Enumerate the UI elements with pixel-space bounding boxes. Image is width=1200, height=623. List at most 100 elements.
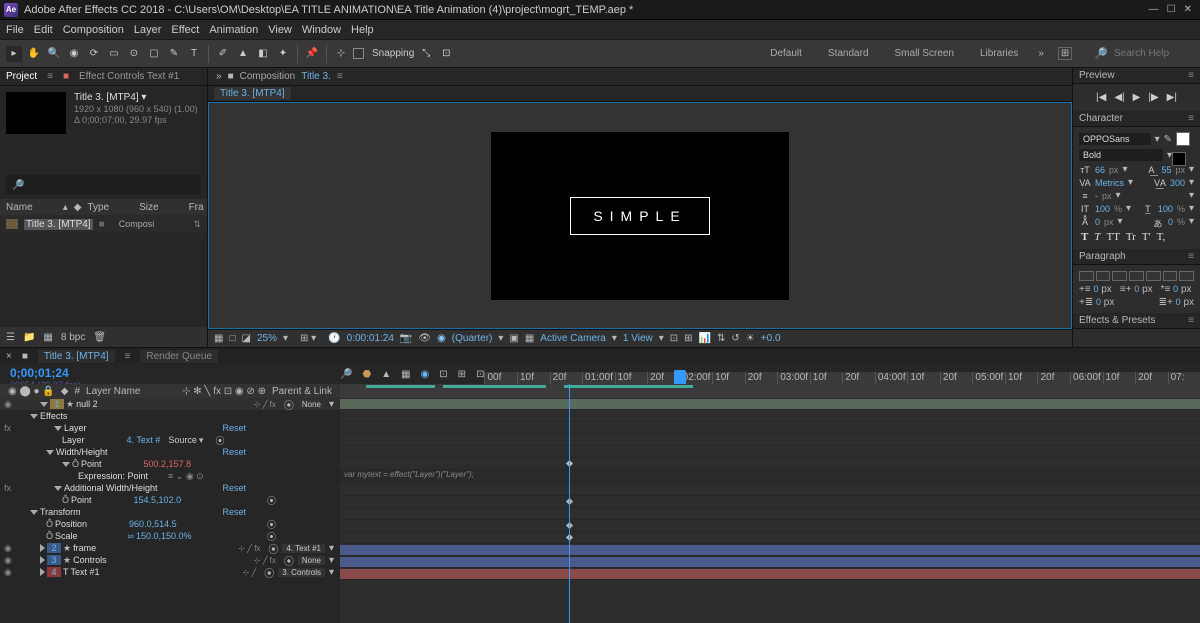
interpret-icon[interactable]: ☰ <box>6 332 15 343</box>
font-weight-select[interactable]: Bold <box>1079 149 1163 161</box>
expression-row[interactable]: Expression: Point ≡ ⌄ ◉ ⊙ <box>0 470 340 482</box>
exposure-icon[interactable]: ☀ <box>746 333 755 344</box>
hand-tool[interactable]: ✋ <box>26 46 42 62</box>
baseline[interactable]: 0 <box>1095 217 1100 227</box>
layer-prop[interactable]: Layer 4. Text # Source▾ ⦿ <box>0 434 340 446</box>
timecode-icon[interactable]: 🕐 <box>328 333 340 344</box>
close-button[interactable]: ✕ <box>1184 4 1192 15</box>
workspace-standard[interactable]: Standard <box>822 46 875 61</box>
local-axis[interactable]: ⊹ <box>333 46 349 62</box>
project-tab[interactable]: Project <box>6 71 37 82</box>
align-center[interactable] <box>1096 271 1111 281</box>
point-prop[interactable]: ÔPoint 154.5,102.0 ⦿ <box>0 494 340 506</box>
roto-tool[interactable]: ✦ <box>275 46 291 62</box>
tsume[interactable]: 0 <box>1168 217 1173 227</box>
justify-left[interactable] <box>1129 271 1144 281</box>
transform-section[interactable]: Transform Reset <box>0 506 340 518</box>
workspace-more[interactable]: » <box>1038 48 1044 59</box>
last-frame-icon[interactable]: ▶| <box>1167 92 1177 103</box>
reset-exp-icon[interactable]: ↺ <box>731 333 739 344</box>
panel-menu-icon[interactable]: ≡ <box>47 71 53 82</box>
menu-file[interactable]: File <box>6 24 24 36</box>
selection-tool[interactable]: ▸ <box>6 46 22 62</box>
tracking[interactable]: 300 <box>1170 178 1185 188</box>
project-search[interactable]: 🔎 <box>6 175 201 195</box>
effects-section[interactable]: Effects <box>0 410 340 422</box>
align-right[interactable] <box>1112 271 1127 281</box>
snapping-check[interactable] <box>353 48 364 59</box>
timeline-icon[interactable]: 📊 <box>699 333 711 344</box>
trash-icon[interactable]: 🗑 <box>93 332 106 343</box>
guides-icon[interactable]: ◪ <box>242 333 251 344</box>
font-size[interactable]: 66 <box>1095 165 1105 175</box>
view-count[interactable]: 1 View <box>623 333 653 344</box>
justify-all[interactable] <box>1179 271 1194 281</box>
eraser-tool[interactable]: ◧ <box>255 46 271 62</box>
fill-swatch[interactable] <box>1176 132 1190 146</box>
comp-name[interactable]: Title 3. [MTP4] ▾ <box>74 92 198 103</box>
layer-prop[interactable]: Width/Height Reset <box>0 446 340 458</box>
workspace-default[interactable]: Default <box>764 46 808 61</box>
minimize-button[interactable]: — <box>1149 4 1159 15</box>
channel-icon[interactable]: ◉ <box>437 333 446 344</box>
show-snapshot-icon[interactable]: 👁 <box>418 333 431 344</box>
rect-tool[interactable]: ▢ <box>146 46 162 62</box>
superscript-button[interactable]: T' <box>1142 231 1151 243</box>
flowchart-icon[interactable]: ⇅ <box>193 219 201 230</box>
workspace-overflow-icon[interactable]: ⊞ <box>1058 47 1072 60</box>
workspace-libraries[interactable]: Libraries <box>974 46 1024 61</box>
pixel-aspect-icon[interactable]: ⊡ <box>670 333 678 344</box>
snapshot-icon[interactable]: 📷 <box>400 333 412 344</box>
new-comp-icon[interactable]: ▦ <box>43 332 52 343</box>
italic-button[interactable]: T <box>1094 231 1100 243</box>
close-tab-icon[interactable]: × <box>6 351 12 362</box>
scale-prop[interactable]: ÔScale ∞ 150.0,150.0% ⦿ <box>0 530 340 542</box>
proj-item-name[interactable]: Title 3. [MTP4] <box>24 219 93 230</box>
transparency-icon[interactable]: ▦ <box>525 333 534 344</box>
lock-icon[interactable]: » <box>216 71 222 82</box>
allcaps-button[interactable]: TT <box>1106 231 1119 243</box>
menu-edit[interactable]: Edit <box>34 24 53 36</box>
menu-layer[interactable]: Layer <box>134 24 162 36</box>
position-prop[interactable]: ÔPosition 960.0,514.5 ⦿ <box>0 518 340 530</box>
stroke-width[interactable]: - <box>1095 191 1098 201</box>
camera-tool[interactable]: ▭ <box>106 46 122 62</box>
playhead[interactable] <box>674 370 686 384</box>
comp-canvas[interactable]: SIMPLE <box>491 132 789 300</box>
timeline-ruler[interactable]: 00f10f20f 01:00f10f20f 02:00f10f20f 03:0… <box>484 372 1200 384</box>
folder-icon[interactable]: 📁 <box>23 332 35 343</box>
render-queue-tab[interactable]: Render Queue <box>140 350 218 363</box>
effect-controls-tab[interactable]: Effect Controls Text #1 <box>79 71 179 82</box>
menu-window[interactable]: Window <box>302 24 341 36</box>
mask-icon[interactable]: □ <box>229 333 235 344</box>
anchor-tool[interactable]: ⊙ <box>126 46 142 62</box>
leading[interactable]: 55 <box>1161 165 1171 175</box>
menu-view[interactable]: View <box>268 24 292 36</box>
timeline-tab[interactable]: Title 3. [MTP4] <box>38 350 115 363</box>
comp-flow-icon[interactable]: ⇅ <box>717 333 725 344</box>
menu-effect[interactable]: Effect <box>171 24 199 36</box>
orbit-tool[interactable]: ◉ <box>66 46 82 62</box>
play-icon[interactable]: ▶ <box>1133 92 1141 103</box>
preview-controls[interactable]: |◀ ◀| ▶ |▶ ▶| <box>1079 88 1194 107</box>
resolution[interactable]: (Quarter) <box>452 333 493 344</box>
puppet-tool[interactable]: 📌 <box>304 46 320 62</box>
menu-animation[interactable]: Animation <box>209 24 258 36</box>
point-prop[interactable]: ÔPoint 500.2,157.8 <box>0 458 340 470</box>
pen-tool[interactable]: ✎ <box>166 46 182 62</box>
roi-icon[interactable]: ▣ <box>509 333 518 344</box>
viewer[interactable]: SIMPLE <box>208 102 1072 329</box>
bpc-label[interactable]: 8 bpc <box>61 332 85 343</box>
layer-3[interactable]: ◉ 3 ★Controls ⊹ ╱ fx ⦿None▾ <box>0 554 340 566</box>
timeline-time[interactable]: 0;00;01;24 <box>10 366 330 380</box>
zoom-value[interactable]: 25% <box>257 333 277 344</box>
first-frame-icon[interactable]: |◀ <box>1096 92 1106 103</box>
menu-composition[interactable]: Composition <box>63 24 124 36</box>
kerning[interactable]: Metrics <box>1095 178 1124 188</box>
layer-prop[interactable]: fx Additional Width/Height Reset <box>0 482 340 494</box>
exposure-value[interactable]: +0.0 <box>761 333 781 344</box>
justify-right[interactable] <box>1163 271 1178 281</box>
vscale[interactable]: 100 <box>1095 204 1110 214</box>
bold-button[interactable]: T <box>1081 231 1088 243</box>
alpha-icon[interactable]: ▦ <box>214 333 223 344</box>
